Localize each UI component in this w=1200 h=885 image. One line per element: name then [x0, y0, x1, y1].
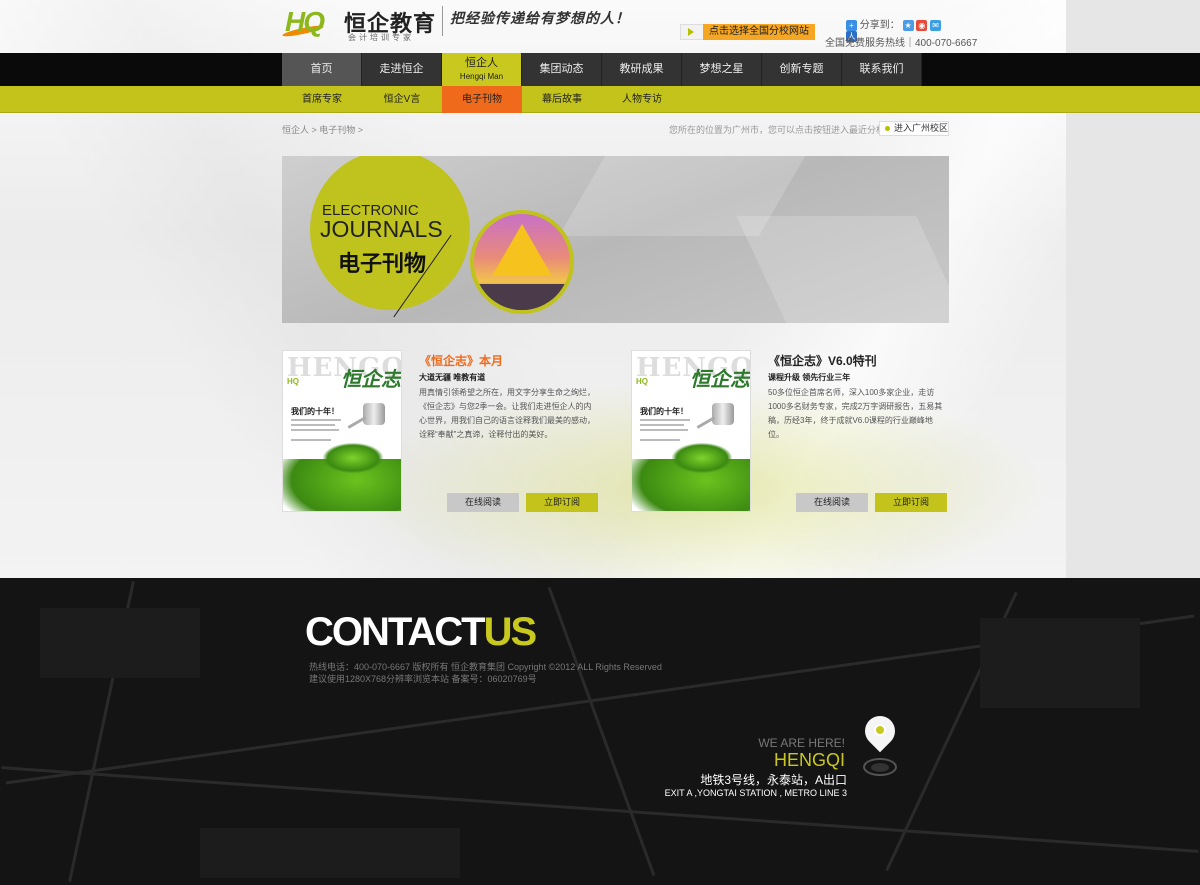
subnav-item-v-words[interactable]: 恒企V言: [362, 86, 442, 113]
contact-us-title: CONTACTUS: [305, 610, 538, 655]
nav-item-research[interactable]: 教研成果: [602, 53, 682, 86]
cover-script: 恒企志: [341, 367, 401, 391]
nav-item-dream-star[interactable]: 梦想之星: [682, 53, 762, 86]
nav-item-hengqi-man[interactable]: 恒企人 Hengqi Man: [442, 53, 522, 86]
contact-title-accent: US: [483, 610, 538, 654]
cover-headline: 我们的十年！: [291, 407, 339, 416]
journals-banner: ELECTRONIC JOURNALS 电子刊物: [282, 156, 949, 323]
nav-item-label: 集团动态: [539, 63, 584, 75]
journal-subtitle: 课程升级 领先行业三年: [768, 373, 851, 382]
subnav-item-interviews[interactable]: 人物专访: [602, 86, 682, 113]
nav-item-label: 创新专题: [779, 63, 824, 75]
map-block: [200, 828, 460, 878]
cover-headline: 我们的十年！: [640, 407, 688, 416]
subscribe-button[interactable]: 立即订阅: [875, 493, 947, 512]
pin-ring-center: [871, 763, 889, 772]
resolution-line: 建议使用1280X768分辨率浏览本站 备案号：06020769号: [309, 674, 537, 684]
address-en: EXIT A ,YONGTAI STATION , METRO LINE 3: [664, 788, 847, 798]
nav-item-label: 梦想之星: [699, 63, 744, 75]
site-logo[interactable]: HQ 恒企教育 会计培训专家: [281, 4, 442, 42]
banner-pyramid-photo: [470, 210, 574, 314]
enter-campus-button[interactable]: 进入广州校区: [879, 121, 949, 136]
logo-divider: [442, 6, 443, 36]
read-online-button[interactable]: 在线阅读: [447, 493, 519, 512]
banner-facet: [736, 216, 949, 323]
journal-cover[interactable]: HENGQI HQ 恒企志 我们的十年！: [282, 350, 402, 512]
nav-item-home[interactable]: 首页: [282, 53, 362, 86]
journal-card: HENGQI HQ 恒企志 我们的十年！ 《恒企志》V6.0特刊 课程升级 领先…: [631, 350, 951, 512]
contact-title-main: CONTACT: [305, 610, 486, 654]
banner-title-en-2: JOURNALS: [320, 216, 443, 242]
cover-text-line: [291, 424, 335, 426]
cover-text-line: [291, 439, 331, 441]
location-note: 您所在的位置为广州市，您可以点击按钮进入最近分校区: [669, 125, 895, 135]
subnav-item-behind-scenes[interactable]: 幕后故事: [522, 86, 602, 113]
pin-dot: [874, 724, 886, 736]
grass-path-image: [672, 443, 732, 473]
watering-can-icon: [712, 403, 734, 425]
site-header: HQ 恒企教育 会计培训专家 把经验传递给有梦想的人！ + 分享到： ★ ◉ ✉…: [281, 0, 977, 53]
map-street: [547, 586, 656, 877]
site-footer: CONTACTUS 热线电话：400-070-6667 版权所有 恒企教育集团 …: [0, 578, 1200, 885]
read-online-button[interactable]: 在线阅读: [796, 493, 868, 512]
select-school-label: 点击选择全国分校网站: [703, 24, 815, 40]
journal-card: HENGQI HQ 恒企志 我们的十年！ 《恒企志》本月 大道无疆 唯教有道 用…: [282, 350, 602, 512]
sub-nav: 首席专家 恒企V言 电子刊物 幕后故事 人物专访: [282, 86, 682, 113]
logo-mark: HQ: [285, 6, 325, 37]
cover-text-line: [640, 419, 690, 421]
nav-item-contact[interactable]: 联系我们: [842, 53, 922, 86]
map-street: [1, 766, 1199, 853]
hotline-text: 全国免费服务热线｜400-070-6667: [825, 38, 978, 49]
journal-description: 用真情引领希望之所在，用文字分享生命之绚烂，《恒企志》与您2季一会。让我们走进恒…: [419, 388, 595, 439]
subnav-item-chief-experts[interactable]: 首席专家: [282, 86, 362, 113]
breadcrumb[interactable]: 恒企人 > 电子刊物 >: [282, 123, 363, 136]
cover-text-line: [291, 419, 341, 421]
tencent-weibo-icon[interactable]: ✉: [930, 19, 942, 31]
nav-item-label: 教研成果: [619, 63, 664, 75]
subnav-item-e-journals[interactable]: 电子刊物: [442, 86, 522, 113]
cover-text-line: [291, 429, 339, 431]
hengqi-label: HENGQI: [773, 750, 845, 770]
map-block: [980, 618, 1140, 708]
grass-path-image: [323, 443, 383, 473]
weibo-icon[interactable]: ◉: [916, 19, 928, 31]
journal-cover[interactable]: HENGQI HQ 恒企志 我们的十年！: [631, 350, 751, 512]
journal-title[interactable]: 《恒企志》本月: [419, 352, 503, 369]
cover-text-line: [640, 424, 684, 426]
nav-item-innovation[interactable]: 创新专题: [762, 53, 842, 86]
cover-text-line: [640, 429, 688, 431]
cover-text-line: [640, 439, 680, 441]
qzone-icon[interactable]: ★: [902, 19, 914, 31]
we-are-here-label: WE ARE HERE!: [758, 736, 845, 750]
cover-logo: HQ: [287, 377, 299, 386]
sub-nav-bar: 首席专家 恒企V言 电子刊物 幕后故事 人物专访: [0, 86, 1200, 113]
nav-item-about[interactable]: 走进恒企: [362, 53, 442, 86]
cover-logo: HQ: [636, 377, 648, 386]
logo-subtitle: 会计培训专家: [348, 33, 414, 42]
share-plus-icon[interactable]: +: [846, 19, 857, 31]
journal-title[interactable]: 《恒企志》V6.0特刊: [768, 352, 877, 369]
cover-script: 恒企志: [690, 367, 750, 391]
banner-title-cn: 电子刊物: [338, 251, 427, 276]
share-label: 分享到：: [859, 20, 900, 31]
nav-item-label: 走进恒企: [379, 63, 424, 75]
main-nav-bar: 首页 走进恒企 恒企人 Hengqi Man 集团动态 教研成果 梦想之星 创新专…: [0, 53, 1200, 86]
nav-item-news[interactable]: 集团动态: [522, 53, 602, 86]
nav-item-label: 恒企人: [465, 57, 498, 69]
nav-item-label: 首页: [310, 63, 333, 75]
address-cn: 地铁3号线，永泰站，A出口: [700, 773, 847, 787]
journal-description: 50多位恒企首席名师，深入100多家企业，走访1000多名财务专家，完成2万字调…: [768, 388, 943, 439]
journal-subtitle: 大道无疆 唯教有道: [419, 373, 486, 382]
nav-item-sublabel: Hengqi Man: [459, 72, 504, 81]
nav-item-label: 联系我们: [859, 63, 904, 75]
map-pin-icon: [858, 709, 902, 780]
share-bar: + 分享到： ★ ◉ ✉ 人: [846, 16, 950, 42]
watering-can-icon: [363, 403, 385, 425]
select-school-button[interactable]: 点击选择全国分校网站: [680, 24, 815, 40]
subscribe-button[interactable]: 立即订阅: [526, 493, 598, 512]
main-nav: 首页 走进恒企 恒企人 Hengqi Man 集团动态 教研成果 梦想之星 创新专…: [282, 53, 922, 86]
play-icon: [688, 28, 694, 36]
map-block: [40, 608, 200, 678]
slogan: 把经验传递给有梦想的人！: [450, 11, 630, 27]
